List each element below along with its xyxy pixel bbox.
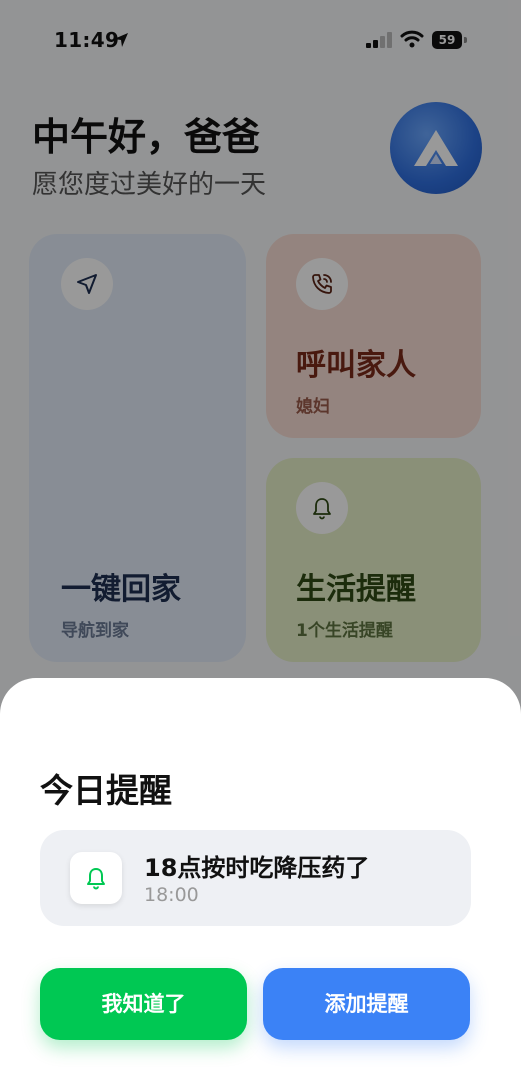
- reminder-title: 18点按时吃降压药了: [144, 854, 370, 882]
- got-it-button[interactable]: 我知道了: [40, 968, 247, 1040]
- reminder-card[interactable]: 18点按时吃降压药了 18:00: [40, 830, 471, 926]
- bell-icon: [87, 868, 105, 890]
- today-reminder-sheet: 今日提醒 18点按时吃降压药了 18:00 我知道了 添加提醒: [0, 678, 521, 1091]
- sheet-title: 今日提醒: [40, 771, 172, 810]
- add-reminder-button[interactable]: 添加提醒: [263, 968, 470, 1040]
- reminder-time: 18:00: [144, 884, 199, 906]
